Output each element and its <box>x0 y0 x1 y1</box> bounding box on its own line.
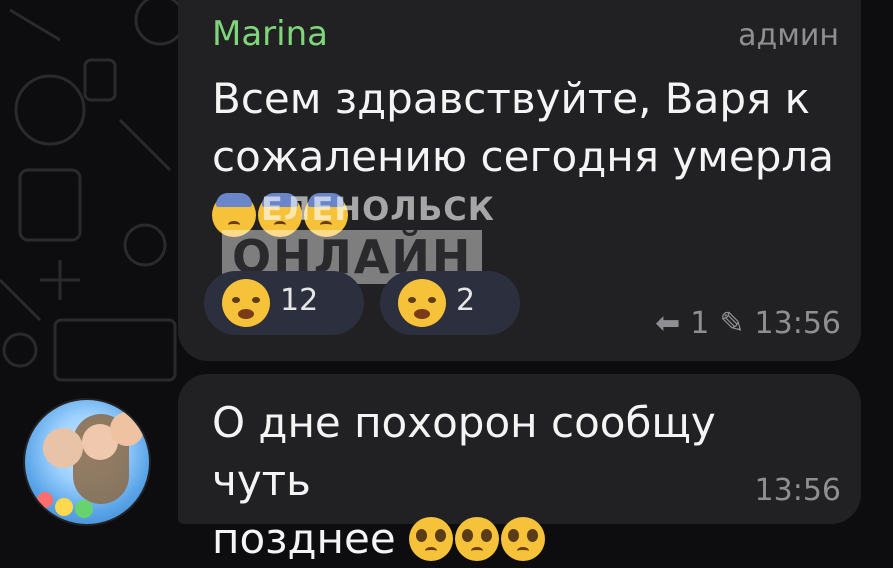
loudly-crying-face-icon <box>222 279 270 327</box>
reply-icon[interactable]: ⬅ <box>655 306 680 341</box>
message-bubble[interactable]: Marina админ Всем здравствуйте, Варя к с… <box>178 0 861 361</box>
message-word: позднее <box>212 514 396 563</box>
message-line: Всем здравствуйте, Варя к <box>212 74 810 123</box>
message-time: 13:56 <box>754 473 841 508</box>
author-name[interactable]: Marina <box>212 14 328 54</box>
avatar[interactable] <box>23 398 151 526</box>
edited-icon: ✎ <box>719 306 745 341</box>
message-line: О дне похорон сообщу чуть <box>212 398 716 505</box>
pleading-face-icon <box>455 517 500 561</box>
crying-face-icon <box>398 279 446 327</box>
admin-badge: админ <box>738 18 839 53</box>
watermark-city: ЕЛЕНОЛЬСК <box>261 190 495 228</box>
reaction-count: 2 <box>456 283 476 318</box>
message-text: О дне похорон сообщу чуть позднее <box>212 394 772 568</box>
avatar-photo-face <box>110 412 144 446</box>
reaction-crying[interactable]: 2 <box>380 271 520 335</box>
message-line: позднее <box>212 510 772 568</box>
message-meta: ⬅ 1 ✎ 13:56 <box>645 306 841 341</box>
message-line: сожалению сегодня умерла <box>212 132 834 181</box>
reaction-count: 12 <box>280 283 319 318</box>
message-time: 13:56 <box>754 306 841 341</box>
message-bubble[interactable]: О дне похорон сообщу чуть позднее 13:56 <box>178 374 861 563</box>
balloon-icon <box>55 498 73 516</box>
avatar-photo-face <box>43 428 83 468</box>
pleading-face-icon <box>409 517 454 561</box>
balloon-icon <box>75 500 93 518</box>
pleading-face-icon <box>501 517 546 561</box>
reaction-loudly-crying[interactable]: 12 <box>204 271 364 335</box>
reply-count: 1 <box>690 306 710 341</box>
balloon-icon <box>37 492 53 508</box>
